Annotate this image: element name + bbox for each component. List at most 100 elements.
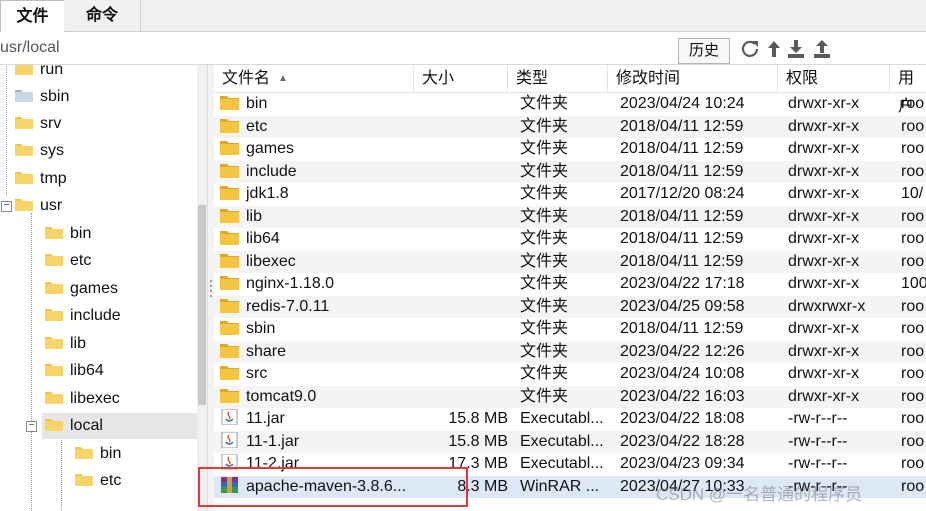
- file-permissions: drwxr-xr-x: [788, 162, 860, 180]
- local-expander[interactable]: −: [26, 421, 37, 432]
- folder-icon: [220, 343, 239, 358]
- file-user: roo: [901, 342, 925, 360]
- file-row[interactable]: bin 文件夹 2023/04/24 10:24 drwxr-xr-x roo: [214, 93, 926, 115]
- file-row[interactable]: share 文件夹 2023/04/22 12:26 drwxr-xr-x roo: [214, 340, 926, 363]
- file-row[interactable]: 11.jar 15.8 MB Executabl... 2023/04/22 18:0…: [214, 408, 926, 430]
- tab-commands[interactable]: 命令: [64, 0, 141, 31]
- file-row[interactable]: sbin 文件夹 2018/04/11 12:59 drwxr-xr-x roo: [214, 318, 926, 340]
- file-row[interactable]: libexec 文件夹 2018/04/11 12:59 drwxr-xr-x roo: [214, 250, 926, 273]
- highlight-box: [198, 467, 468, 507]
- file-row[interactable]: src 文件夹 2023/04/24 10:08 drwxr-xr-x roo: [214, 363, 926, 385]
- file-name: 11-1.jar: [246, 432, 300, 450]
- tab-files[interactable]: 文件: [0, 0, 65, 33]
- tree-item-srv[interactable]: srv: [15, 111, 61, 137]
- download-icon[interactable]: [786, 38, 806, 60]
- tree-item-include[interactable]: include: [45, 303, 121, 329]
- tree-item-lib64[interactable]: lib64: [45, 358, 104, 384]
- folder-icon: [220, 388, 239, 403]
- folder-icon: [45, 254, 63, 266]
- file-name-cell: 11.jar: [220, 408, 416, 430]
- tree-item-sys[interactable]: sys: [15, 138, 64, 164]
- tree-item-run[interactable]: run: [15, 65, 63, 83]
- folder-icon: [15, 90, 33, 102]
- file-permissions: -rw-r--r--: [788, 410, 848, 427]
- file-row[interactable]: nginx-1.18.0 文件夹 2023/04/22 17:18 drwxr-xr-…: [214, 273, 926, 295]
- file-name-cell: share: [220, 341, 416, 363]
- path-input[interactable]: usr/local: [0, 39, 60, 57]
- file-user: roo: [901, 207, 925, 225]
- refresh-icon[interactable]: [740, 38, 760, 60]
- file-size: [414, 228, 508, 250]
- tree-item-local-bin[interactable]: bin: [75, 441, 121, 467]
- file-row[interactable]: tomcat9.0 文件夹 2023/04/22 16:03 drwxr-xr-x ro…: [214, 385, 926, 408]
- file-permissions: drwxr-xr-x: [788, 185, 860, 202]
- file-user: roo: [901, 252, 925, 270]
- file-permissions: drwxr-xr-x: [788, 207, 860, 225]
- file-row[interactable]: 11-1.jar 15.8 MB Executabl... 2023/04/22 18…: [214, 430, 926, 453]
- tree-item-lib[interactable]: lib: [45, 331, 86, 357]
- tree-item-games[interactable]: games: [45, 276, 118, 302]
- file-name: lib64: [246, 230, 280, 247]
- file-row[interactable]: etc 文件夹 2018/04/11 12:59 drwxr-xr-x roo: [214, 115, 926, 138]
- file-name: include: [246, 162, 297, 180]
- usr-expander[interactable]: −: [1, 201, 12, 212]
- file-type: 文件夹: [520, 207, 569, 225]
- upload-icon[interactable]: [812, 38, 832, 60]
- file-name: jdk1.8: [246, 185, 289, 202]
- directory-tree: − − run sbin srv sys tmp usr bin etc gam…: [0, 65, 207, 511]
- file-size: [414, 93, 508, 115]
- folder-icon: [220, 321, 239, 335]
- file-modified: 2023/04/25 09:58: [620, 297, 745, 315]
- file-name-cell: include: [220, 161, 416, 183]
- column-header-size[interactable]: 大小: [414, 65, 508, 92]
- file-name: bin: [246, 95, 268, 112]
- file-row[interactable]: redis-7.0.11 文件夹 2023/04/25 09:58 drwxrwxr-…: [214, 295, 926, 318]
- tree-item-sbin[interactable]: sbin: [15, 84, 69, 110]
- file-name: redis-7.0.11: [246, 297, 330, 315]
- file-row[interactable]: lib64 文件夹 2018/04/11 12:59 drwxr-xr-x roo: [214, 228, 926, 250]
- file-modified: 2017/12/20 08:24: [620, 185, 745, 202]
- file-type: 文件夹: [520, 140, 569, 157]
- up-icon[interactable]: [764, 38, 784, 60]
- file-size: 15.8 MB: [448, 410, 508, 427]
- tree-scrollbar[interactable]: [197, 65, 207, 511]
- tree-item-etc[interactable]: etc: [45, 248, 91, 274]
- file-type: 文件夹: [520, 117, 569, 135]
- tree-item-local-etc[interactable]: etc: [75, 468, 121, 494]
- file-row[interactable]: lib 文件夹 2018/04/11 12:59 drwxr-xr-x roo: [214, 205, 926, 228]
- file-name-cell: lib64: [220, 228, 416, 250]
- java-icon: [221, 409, 238, 425]
- file-user: roo: [901, 162, 925, 180]
- file-row[interactable]: games 文件夹 2018/04/11 12:59 drwxr-xr-x roo: [214, 138, 926, 160]
- folder-icon: [45, 337, 63, 349]
- file-size: [414, 363, 508, 385]
- history-button[interactable]: 历史: [678, 38, 730, 64]
- file-size: [414, 206, 508, 228]
- tree-item-libexec[interactable]: libexec: [45, 386, 120, 412]
- file-user: 100: [901, 275, 926, 292]
- column-header-user[interactable]: 用户: [890, 65, 926, 115]
- file-permissions: drwxrwxr-x: [788, 297, 866, 315]
- file-row[interactable]: jdk1.8 文件夹 2017/12/20 08:24 drwxr-xr-x 10/: [214, 183, 926, 205]
- file-list-header: 文件名 ▲ 大小 类型 修改时间 权限 用户: [214, 65, 926, 115]
- column-header-type[interactable]: 类型: [508, 65, 608, 92]
- file-size: [414, 183, 508, 205]
- file-size: [414, 318, 508, 340]
- tree-item-usr[interactable]: usr: [15, 193, 62, 219]
- file-size: [414, 296, 508, 318]
- file-row[interactable]: include 文件夹 2018/04/11 12:59 drwxr-xr-x roo: [214, 160, 926, 183]
- file-size: 15.8 MB: [448, 432, 508, 450]
- tree-item-bin[interactable]: bin: [45, 221, 91, 247]
- folder-icon: [220, 298, 239, 313]
- tree-scrollbar-thumb[interactable]: [198, 205, 206, 405]
- tree-item-tmp[interactable]: tmp: [15, 166, 67, 192]
- folder-icon: [45, 392, 63, 404]
- sort-ascending-icon: ▲: [278, 73, 288, 84]
- column-header-name[interactable]: 文件名 ▲: [214, 65, 414, 92]
- file-name: etc: [246, 117, 268, 135]
- folder-icon: [75, 474, 93, 486]
- column-header-modified[interactable]: 修改时间: [608, 65, 778, 92]
- file-user: roo: [901, 410, 925, 427]
- column-header-permissions[interactable]: 权限: [778, 65, 890, 92]
- tree-item-local[interactable]: local: [42, 413, 200, 439]
